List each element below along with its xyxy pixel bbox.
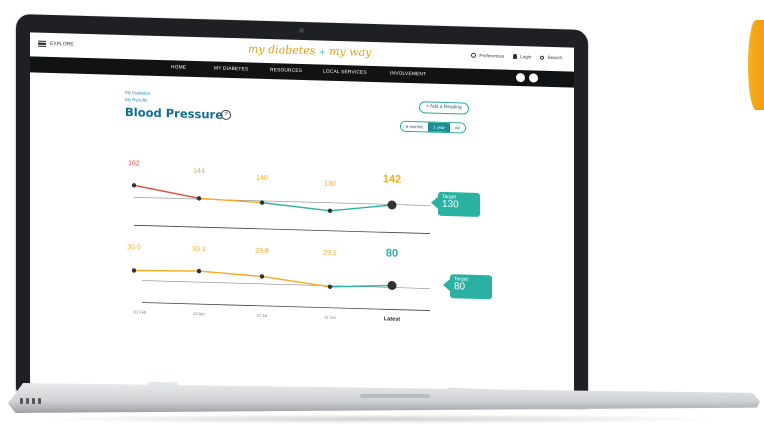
systolic-axis-line <box>134 224 430 234</box>
x-tick-label: 11 Oct <box>324 315 336 320</box>
x-tick-label: 01 Feb <box>134 309 147 314</box>
systolic-point <box>327 208 333 213</box>
diastolic-value-label: 30.1 <box>192 246 206 253</box>
x-tick-label: 07 Jul <box>257 313 268 318</box>
diastolic-axis-line <box>142 302 430 311</box>
diastolic-segment <box>261 275 331 288</box>
diastolic-segment <box>198 270 263 278</box>
laptop-lid: EXPLORE my diabetes + my way Preferences… <box>16 14 588 408</box>
systolic-point <box>387 200 397 210</box>
diastolic-point <box>327 284 333 289</box>
x-tick-label: Latest <box>384 316 400 322</box>
diastolic-point <box>131 268 137 273</box>
diastolic-target-value: 80 <box>454 281 466 293</box>
scene: EXPLORE my diabetes + my way Preferences… <box>0 0 764 435</box>
systolic-value-label: 140 <box>256 175 268 182</box>
x-tick-label: 03 Apr <box>193 311 205 316</box>
systolic-value-label: 144 <box>193 168 205 175</box>
diastolic-value-label: 30.0 <box>127 244 141 251</box>
diastolic-point <box>259 274 265 279</box>
systolic-point <box>131 183 137 188</box>
systolic-segment <box>133 184 200 200</box>
diastolic-point <box>196 268 202 274</box>
systolic-target-value: 130 <box>442 198 459 211</box>
diastolic-value-label: 29.1 <box>323 250 337 257</box>
camera-icon <box>299 27 304 34</box>
systolic-point <box>196 196 202 201</box>
laptop-ports <box>20 398 41 404</box>
trackpad-groove <box>360 394 430 398</box>
systolic-segment <box>261 201 331 212</box>
diastolic-segment <box>133 269 200 272</box>
diastolic-segment <box>329 284 393 288</box>
diastolic-target-tag: Target 80 <box>450 274 492 300</box>
blood-pressure-chart: 162 144 140 130 142 30.0 30.1 29.8 29.1 80 01 Feb 0… <box>127 160 430 323</box>
laptop-shadow <box>30 414 730 424</box>
systolic-value-label: 130 <box>324 181 336 188</box>
laptop-screen: EXPLORE my diabetes + my way Preferences… <box>30 32 574 402</box>
diastolic-point <box>387 281 397 291</box>
diastolic-target-line <box>142 280 430 289</box>
systolic-value-label: 162 <box>128 160 140 167</box>
systolic-segment <box>329 204 393 212</box>
systolic-value-label: 142 <box>383 173 401 186</box>
diastolic-value-label: 29.8 <box>255 248 269 255</box>
decorative-swoosh <box>748 20 764 110</box>
diastolic-value-label: 80 <box>386 247 398 259</box>
systolic-target-tag: Target 130 <box>438 191 480 217</box>
